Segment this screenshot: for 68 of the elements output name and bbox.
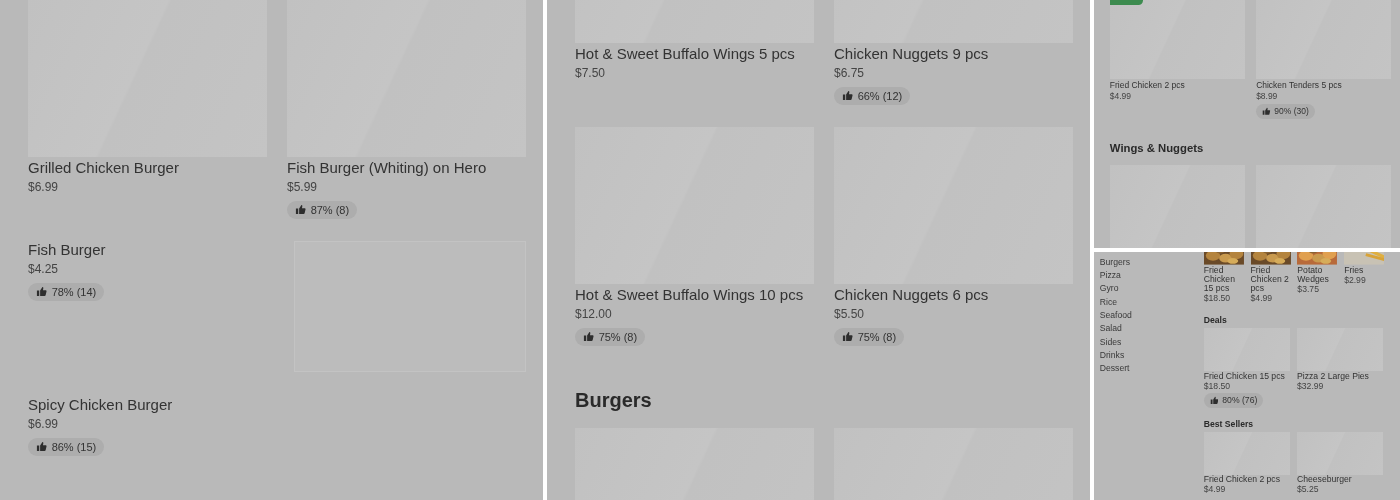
section-heading: Wings & Nuggets xyxy=(1109,142,1204,156)
rating-badge: 90% (30) xyxy=(1256,103,1315,119)
item-name: Fried Chicken 15 pcs xyxy=(1203,265,1236,294)
category-link[interactable]: Drinks xyxy=(1099,350,1125,361)
item-name: Grilled Chicken Burger xyxy=(28,159,179,177)
item-price: $6.99 xyxy=(28,179,59,195)
rating-badge: 87% (8) xyxy=(287,201,357,219)
item-price: $4.99 xyxy=(1250,294,1273,304)
item-price: $6.75 xyxy=(834,65,865,81)
category-link[interactable]: Seafood xyxy=(1099,311,1132,321)
item-price: $5.99 xyxy=(287,179,318,195)
item-name: Cheeseburger xyxy=(1297,475,1352,485)
item-price: $12.00 xyxy=(575,305,612,322)
item-price: $32.99 xyxy=(1297,381,1324,391)
item-price: $18.50 xyxy=(1203,294,1231,304)
item-name: Hot & Sweet Buffalo Wings 10 pcs xyxy=(575,285,804,304)
image-placeholder[interactable] xyxy=(1109,164,1245,248)
item-name: Fish Burger xyxy=(28,240,106,259)
rating-badge: 86% (15) xyxy=(28,437,104,456)
item-price: $5.25 xyxy=(1297,485,1319,495)
section-heading: Best Sellers xyxy=(1203,418,1254,429)
item-name: Fries xyxy=(1344,265,1364,276)
item-price: $6.99 xyxy=(28,415,59,432)
category-link[interactable]: Burgers xyxy=(1099,257,1130,268)
thumbs-up-icon xyxy=(841,331,853,343)
thumbs-up-icon xyxy=(582,331,594,343)
category-link[interactable]: Pizza xyxy=(1099,271,1121,281)
item-name: Hot & Sweet Buffalo Wings 5 pcs xyxy=(575,45,795,63)
rating-badge: 80% (76) xyxy=(1203,393,1264,408)
thumbs-up-icon xyxy=(1209,396,1219,405)
thumbs-up-icon xyxy=(294,204,306,216)
item-name: Chicken Nuggets 9 pcs xyxy=(834,45,989,63)
image-placeholder[interactable] xyxy=(1109,0,1245,80)
item-price: $5.50 xyxy=(834,305,865,322)
category-link[interactable]: Dessert xyxy=(1099,364,1130,374)
item-name: Potato Wedges xyxy=(1297,265,1330,285)
item-name: Fried Chicken 2 pcs xyxy=(1109,80,1185,91)
item-name: Fish Burger (Whiting) on Hero xyxy=(287,159,487,177)
thumbs-up-icon xyxy=(35,286,47,298)
category-link[interactable]: Gyro xyxy=(1099,284,1119,295)
item-name: Chicken Tenders 5 pcs xyxy=(1256,80,1342,91)
item-price: $18.50 xyxy=(1203,381,1231,391)
item-price: $4.99 xyxy=(1109,91,1131,101)
item-price: $2.99 xyxy=(1344,275,1366,286)
section-heading: Deals xyxy=(1203,314,1227,325)
item-price: $7.50 xyxy=(575,65,606,81)
item-price: $8.99 xyxy=(1256,91,1278,101)
item-name: Chicken Nuggets 6 pcs xyxy=(834,285,989,304)
item-name: Spicy Chicken Burger xyxy=(28,395,173,414)
category-link[interactable]: Rice xyxy=(1099,297,1117,308)
item-price: $4.99 xyxy=(1203,485,1226,495)
thumbs-up-icon xyxy=(1262,107,1271,116)
category-link[interactable]: Sides xyxy=(1099,337,1122,348)
rating-badge: 66% (12) xyxy=(834,87,910,105)
rating-badge: 75% (8) xyxy=(834,327,904,346)
category-link[interactable]: Salad xyxy=(1099,324,1122,335)
rating-badge: 75% (8) xyxy=(575,327,645,346)
item-name: Fried Chicken 15 pcs xyxy=(1203,371,1285,381)
section-heading: Burgers xyxy=(575,387,652,412)
thumbs-up-icon xyxy=(841,90,853,102)
item-name: Pizza 2 Large Pies xyxy=(1297,371,1369,381)
item-name: Fried Chicken 2 pcs xyxy=(1250,265,1290,294)
item-price: $3.75 xyxy=(1297,285,1319,295)
thumbs-up-icon xyxy=(35,441,47,453)
item-name: Fried Chicken 2 pcs xyxy=(1203,475,1280,485)
rating-badge: 78% (14) xyxy=(28,282,104,301)
image-placeholder[interactable] xyxy=(1256,164,1392,248)
item-price: $4.25 xyxy=(28,260,59,277)
